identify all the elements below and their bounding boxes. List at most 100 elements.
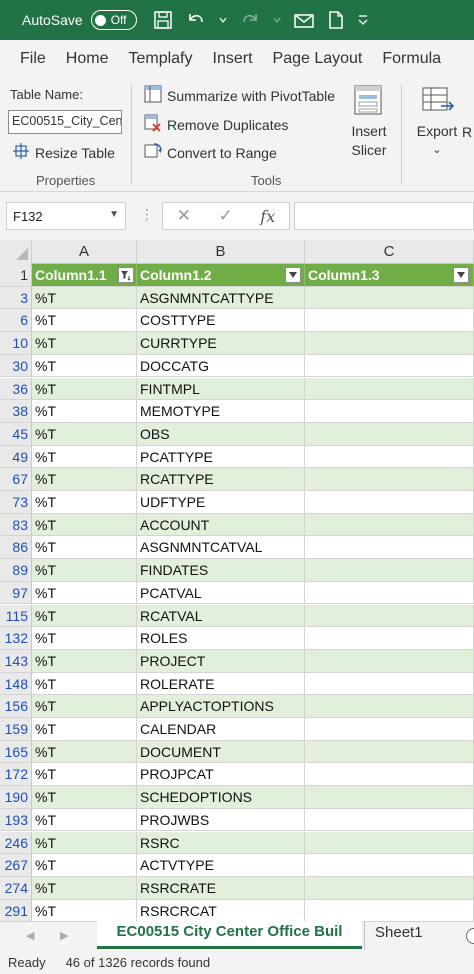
tab-file[interactable]: File bbox=[0, 50, 56, 68]
row-number[interactable]: 97 bbox=[0, 581, 32, 605]
row-number[interactable]: 132 bbox=[0, 627, 32, 650]
cell-column1-1[interactable]: %T bbox=[32, 332, 137, 355]
row-number[interactable]: 156 bbox=[0, 695, 32, 718]
row-number[interactable]: 291 bbox=[0, 899, 32, 921]
cell-column1-3[interactable] bbox=[305, 695, 474, 718]
autosave-toggle[interactable]: Off bbox=[90, 10, 137, 30]
cell-column1-2[interactable]: DOCUMENT bbox=[137, 740, 305, 764]
header-cell-column1-3[interactable]: Column1.3 bbox=[305, 264, 474, 287]
cell-column1-3[interactable] bbox=[305, 831, 474, 855]
cell-column1-1[interactable]: %T bbox=[32, 604, 137, 628]
row-number[interactable]: 267 bbox=[0, 854, 32, 877]
cell-column1-2[interactable]: OBS bbox=[137, 422, 305, 446]
redo-icon[interactable] bbox=[239, 10, 261, 30]
cell-column1-2[interactable]: MEMOTYPE bbox=[137, 400, 305, 423]
cell-column1-2[interactable]: FINDATES bbox=[137, 559, 305, 582]
tab-page-layout[interactable]: Page Layout bbox=[263, 50, 373, 68]
row-number[interactable]: 38 bbox=[0, 400, 32, 423]
cell-column1-3[interactable] bbox=[305, 854, 474, 877]
new-file-icon[interactable] bbox=[327, 10, 345, 30]
cell-column1-3[interactable] bbox=[305, 740, 474, 764]
row-number[interactable]: 159 bbox=[0, 718, 32, 741]
tab-templafy[interactable]: Templafy bbox=[118, 50, 202, 68]
summarize-pivottable-button[interactable]: Summarize with PivotTable bbox=[144, 85, 335, 106]
cell-column1-3[interactable] bbox=[305, 786, 474, 809]
cell-column1-3[interactable] bbox=[305, 559, 474, 582]
cell-column1-1[interactable]: %T bbox=[32, 876, 137, 900]
insert-function-icon[interactable]: fx bbox=[260, 207, 275, 226]
cell-column1-3[interactable] bbox=[305, 581, 474, 605]
cell-column1-3[interactable] bbox=[305, 332, 474, 355]
cell-column1-1[interactable]: %T bbox=[32, 491, 137, 514]
cell-column1-1[interactable]: %T bbox=[32, 559, 137, 582]
cell-column1-3[interactable] bbox=[305, 672, 474, 696]
cell-column1-1[interactable]: %T bbox=[32, 808, 137, 832]
cell-column1-2[interactable]: FINTMPL bbox=[137, 377, 305, 401]
cell-column1-3[interactable] bbox=[305, 808, 474, 832]
name-box[interactable]: F132 ▼ bbox=[6, 202, 126, 230]
refresh-label-partial[interactable]: R bbox=[462, 124, 472, 140]
cell-column1-3[interactable] bbox=[305, 377, 474, 401]
cell-column1-3[interactable] bbox=[305, 718, 474, 741]
row-number[interactable]: 143 bbox=[0, 649, 32, 673]
row-number[interactable]: 246 bbox=[0, 831, 32, 855]
row-number[interactable]: 83 bbox=[0, 513, 32, 537]
cell-column1-1[interactable]: %T bbox=[32, 740, 137, 764]
cell-column1-1[interactable]: %T bbox=[32, 445, 137, 469]
cell-column1-3[interactable] bbox=[305, 445, 474, 469]
header-cell-column1-1[interactable]: Column1.1 bbox=[32, 264, 137, 287]
cell-column1-3[interactable] bbox=[305, 513, 474, 537]
cell-column1-3[interactable] bbox=[305, 400, 474, 423]
cell-column1-1[interactable]: %T bbox=[32, 672, 137, 696]
row-number[interactable]: 193 bbox=[0, 808, 32, 832]
convert-to-range-button[interactable]: Convert to Range bbox=[144, 142, 277, 163]
name-box-dropdown-icon[interactable]: ▼ bbox=[109, 209, 119, 220]
cell-column1-1[interactable]: %T bbox=[32, 786, 137, 809]
undo-icon[interactable] bbox=[185, 10, 207, 30]
cell-column1-2[interactable]: CURRTYPE bbox=[137, 332, 305, 355]
cell-column1-1[interactable]: %T bbox=[32, 536, 137, 560]
row-number[interactable]: 89 bbox=[0, 559, 32, 582]
email-icon[interactable] bbox=[293, 10, 315, 30]
cell-column1-1[interactable]: %T bbox=[32, 400, 137, 423]
remove-duplicates-button[interactable]: Remove Duplicates bbox=[144, 114, 288, 135]
cell-column1-3[interactable] bbox=[305, 899, 474, 921]
cell-column1-2[interactable]: PROJECT bbox=[137, 649, 305, 673]
row-number[interactable]: 190 bbox=[0, 786, 32, 809]
cell-column1-1[interactable]: %T bbox=[32, 763, 137, 787]
row-number[interactable]: 172 bbox=[0, 763, 32, 787]
row-number[interactable]: 49 bbox=[0, 445, 32, 469]
row-number[interactable]: 6 bbox=[0, 309, 32, 333]
column-header-a[interactable]: A bbox=[32, 240, 137, 264]
cell-column1-2[interactable]: PROJWBS bbox=[137, 808, 305, 832]
row-number[interactable]: 45 bbox=[0, 422, 32, 446]
cell-column1-3[interactable] bbox=[305, 649, 474, 673]
filter-dropdown-icon[interactable] bbox=[453, 267, 469, 283]
tab-formulas[interactable]: Formula bbox=[372, 50, 451, 68]
cell-column1-2[interactable]: CALENDAR bbox=[137, 718, 305, 741]
row-number[interactable]: 3 bbox=[0, 286, 32, 310]
cell-column1-2[interactable]: APPLYACTOPTIONS bbox=[137, 695, 305, 718]
row-number[interactable]: 86 bbox=[0, 536, 32, 560]
cell-column1-2[interactable]: ACCOUNT bbox=[137, 513, 305, 537]
cell-column1-2[interactable]: ROLES bbox=[137, 627, 305, 650]
cell-column1-3[interactable] bbox=[305, 354, 474, 378]
row-number[interactable]: 1 bbox=[0, 264, 32, 287]
tab-insert[interactable]: Insert bbox=[203, 50, 263, 68]
sheet-tab-active[interactable]: EC00515 City Center Office Buil bbox=[97, 921, 362, 949]
cancel-icon[interactable]: ✕ bbox=[177, 206, 191, 226]
cell-column1-3[interactable] bbox=[305, 604, 474, 628]
undo-dropdown-icon[interactable] bbox=[219, 16, 227, 24]
row-number[interactable]: 36 bbox=[0, 377, 32, 401]
cell-column1-3[interactable] bbox=[305, 468, 474, 491]
cell-column1-1[interactable]: %T bbox=[32, 309, 137, 333]
cell-column1-1[interactable]: %T bbox=[32, 854, 137, 877]
header-cell-column1-2[interactable]: Column1.2 bbox=[137, 264, 305, 287]
cell-column1-1[interactable]: %T bbox=[32, 377, 137, 401]
redo-dropdown-icon[interactable] bbox=[273, 16, 281, 24]
cell-column1-2[interactable]: RSRCRCAT bbox=[137, 899, 305, 921]
cell-column1-2[interactable]: UDFTYPE bbox=[137, 491, 305, 514]
cell-column1-2[interactable]: ASGNMNTCATTYPE bbox=[137, 286, 305, 310]
cell-column1-1[interactable]: %T bbox=[32, 286, 137, 310]
save-icon[interactable] bbox=[153, 10, 173, 30]
